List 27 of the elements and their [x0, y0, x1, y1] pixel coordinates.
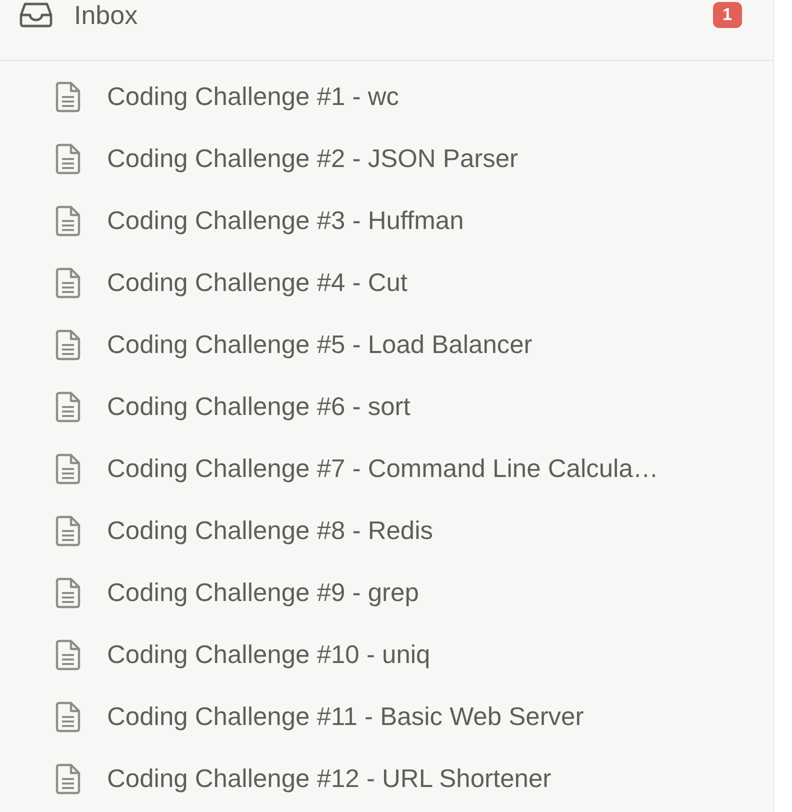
document-icon — [55, 639, 81, 671]
page-item[interactable]: Coding Challenge #7 - Command Line Calcula… — [0, 438, 773, 500]
page-item[interactable]: Coding Challenge #3 - Huffman — [0, 190, 773, 252]
page-item[interactable]: Coding Challenge #11 - Basic Web Server — [0, 686, 773, 748]
document-icon — [55, 329, 81, 361]
document-icon — [55, 143, 81, 175]
document-icon — [55, 205, 81, 237]
document-icon — [55, 267, 81, 299]
inbox-icon — [19, 2, 53, 28]
page-item[interactable]: Coding Challenge #12 - URL Shortener — [0, 748, 773, 810]
document-icon — [55, 701, 81, 733]
document-icon — [55, 453, 81, 485]
page-item[interactable]: Coding Challenge #10 - uniq — [0, 624, 773, 686]
unread-count-badge: 1 — [712, 2, 742, 28]
document-icon — [55, 577, 81, 609]
page-item[interactable]: Coding Challenge #5 - Load Balancer — [0, 314, 773, 376]
page-item[interactable]: Coding Challenge #2 - JSON Parser — [0, 128, 773, 190]
document-icon — [55, 391, 81, 423]
page-item[interactable]: Coding Challenge #4 - Cut — [0, 252, 773, 314]
inbox-link[interactable]: Inbox — [74, 0, 713, 30]
document-icon — [55, 81, 81, 113]
document-icon — [55, 515, 81, 547]
page-item[interactable]: Coding Challenge #6 - sort — [0, 376, 773, 438]
document-icon — [55, 763, 81, 795]
page-item[interactable]: Coding Challenge #8 - Redis — [0, 500, 773, 562]
page-item[interactable]: Coding Challenge #1 - wc — [0, 66, 773, 128]
page-item[interactable]: Coding Challenge #9 - grep — [0, 562, 773, 624]
